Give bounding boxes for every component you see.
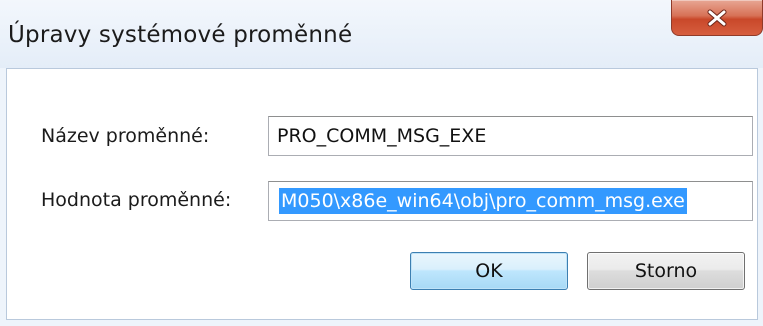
variable-value-label: Hodnota proměnné: bbox=[41, 189, 232, 211]
title-bar[interactable]: Úpravy systémové proměnné bbox=[0, 0, 763, 68]
variable-name-value: PRO_COMM_MSG_EXE bbox=[277, 125, 487, 147]
variable-value-selected-text: M050\x86e_win64\obj\pro_comm_msg.exe bbox=[279, 188, 687, 214]
dialog-content: Název proměnné: PRO_COMM_MSG_EXE Hodnota… bbox=[6, 68, 758, 320]
dialog-window: Úpravy systémové proměnné Název proměnné… bbox=[0, 0, 763, 326]
variable-name-input[interactable]: PRO_COMM_MSG_EXE bbox=[268, 116, 753, 156]
variable-name-label: Název proměnné: bbox=[41, 125, 210, 147]
variable-value-input[interactable]: M050\x86e_win64\obj\pro_comm_msg.exe bbox=[268, 181, 753, 221]
close-icon bbox=[707, 9, 727, 26]
ok-button[interactable]: OK bbox=[410, 252, 568, 290]
close-button[interactable] bbox=[671, 0, 763, 36]
cancel-button[interactable]: Storno bbox=[587, 252, 745, 290]
window-title: Úpravy systémové proměnné bbox=[8, 22, 353, 48]
